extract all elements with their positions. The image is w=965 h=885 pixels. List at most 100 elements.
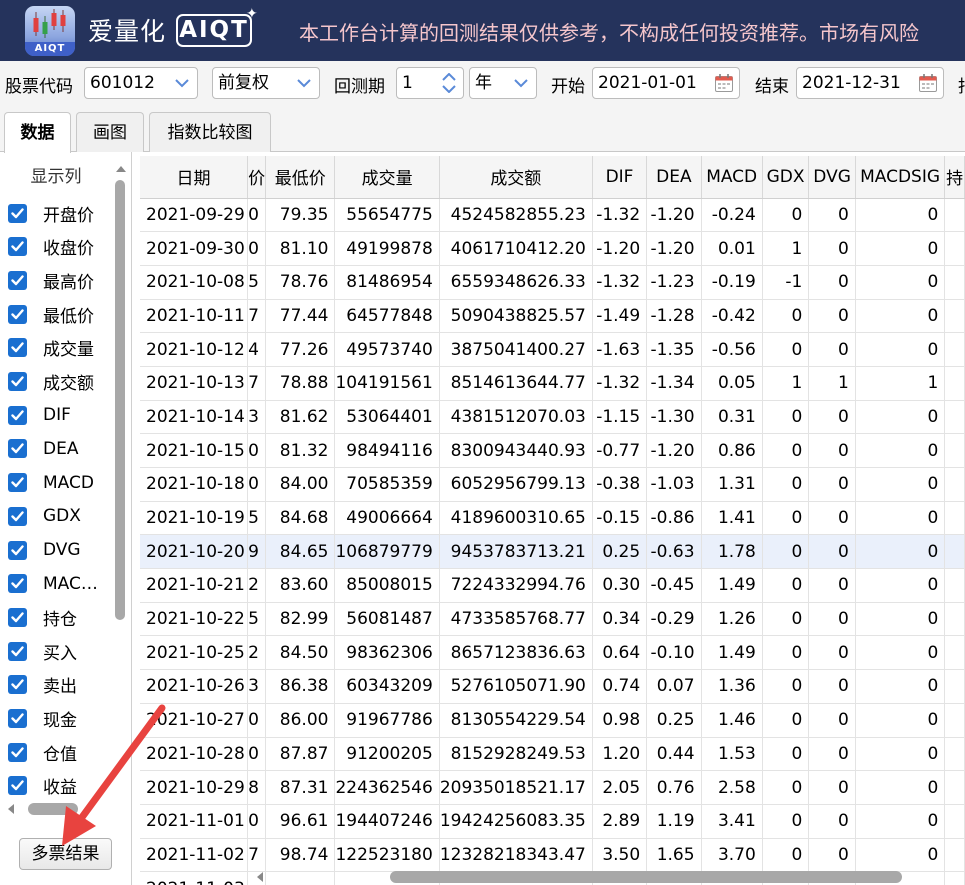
column-toggle-item[interactable]: 成交额 [8, 369, 94, 395]
table-row[interactable]: 2021-09-29 0 79.35 55654775 4524582855.23 -1.… [140, 198, 965, 233]
tab-index-compare[interactable]: 指数比较图 [149, 112, 271, 152]
scroll-thumb[interactable] [115, 180, 125, 620]
column-toggle-item[interactable]: 最高价 [8, 267, 94, 293]
scroll-up-icon[interactable] [115, 164, 127, 174]
column-header[interactable]: MACD [701, 156, 763, 199]
checkbox-checked-icon[interactable] [8, 675, 27, 695]
table-row[interactable]: 2021-10-11 7 77.44 64577848 5090438825.57 -1.… [140, 299, 965, 334]
tab-data[interactable]: 数据 [4, 112, 71, 153]
column-toggle-item[interactable]: 持仓 [8, 604, 77, 630]
calendar-icon[interactable] [913, 68, 943, 98]
table-hscrollbar[interactable] [255, 870, 965, 884]
end-date-label: 结束 [755, 77, 789, 97]
table-row[interactable]: 2021-10-19 5 84.68 49006664 4189600310.65 -0.… [140, 501, 965, 536]
column-header[interactable]: DEA [646, 156, 702, 199]
table-row[interactable]: 2021-10-15 0 81.32 98494116 8300943440.93 -0.… [140, 433, 965, 468]
columns-hscrollbar[interactable] [6, 802, 116, 816]
column-toggle-item[interactable]: DEA [8, 436, 78, 462]
column-toggle-item[interactable]: 买入 [8, 638, 77, 664]
checkbox-checked-icon[interactable] [8, 709, 27, 728]
stock-code-combo[interactable]: 601012 [84, 67, 198, 99]
table-row[interactable]: 2021-10-26 3 86.38 60343209 5276105071.90 0.7… [140, 669, 965, 704]
start-date-input[interactable]: 2021-01-01 [592, 67, 740, 99]
table-row[interactable]: 2021-11-01 0 96.61 194407246 19424256083.35 2… [140, 804, 965, 839]
columns-panel: 显示列 开盘价 收盘价 最高价 最低价 成交量 成交额 DIF DEA MACD GDX DVG MA… [0, 152, 132, 885]
period-spinbox[interactable]: 1 [396, 67, 464, 99]
column-toggle-item[interactable]: GDX [8, 503, 81, 529]
columns-vscrollbar[interactable] [114, 162, 126, 802]
column-header[interactable]: 成交量 [334, 156, 440, 199]
table-row[interactable]: 2021-10-29 8 87.31 224362546 20935018521.17 2… [140, 770, 965, 805]
table-cell: 0 [247, 231, 267, 266]
column-toggle-item[interactable]: MACD [8, 470, 94, 496]
column-toggle-item[interactable]: DIF [8, 402, 71, 428]
chevron-down-icon[interactable] [289, 68, 319, 98]
table-row[interactable]: 2021-10-14 3 81.62 53064401 4381512070.03 -1.… [140, 400, 965, 435]
checkbox-checked-icon[interactable] [8, 270, 27, 290]
adjust-type-select[interactable]: 前复权 [212, 67, 320, 99]
table-row[interactable]: 2021-10-27 0 86.00 91967786 8130554229.54 0.9… [140, 703, 965, 738]
table-row[interactable]: 2021-10-18 0 84.00 70585359 6052956799.13 -0.… [140, 467, 965, 502]
table-cell: 2021-10-13 [140, 366, 249, 401]
table-row[interactable]: 2021-10-08 5 78.76 81486954 6559348626.33 -1.… [140, 265, 965, 300]
column-toggle-item[interactable]: 仓值 [8, 739, 77, 765]
checkbox-checked-icon[interactable] [8, 574, 27, 594]
table-cell: 0 [762, 299, 810, 334]
checkbox-checked-icon[interactable] [8, 473, 27, 493]
multi-stock-results-button[interactable]: 多票结果 [19, 838, 112, 870]
brand-name: 爱量化 [88, 17, 167, 46]
end-date-input[interactable]: 2021-12-31 [796, 67, 944, 99]
scroll-thumb[interactable] [28, 803, 78, 815]
checkbox-checked-icon[interactable] [8, 506, 27, 526]
column-header[interactable]: 最低价 [265, 156, 336, 199]
column-toggle-item[interactable]: 开盘价 [8, 200, 94, 226]
table-row[interactable]: 2021-11-02 7 98.74 122523180 12328218343.47 3… [140, 838, 965, 873]
column-header[interactable]: GDX [762, 156, 810, 199]
column-header[interactable]: DIF [592, 156, 648, 199]
column-header[interactable]: DVG [808, 156, 856, 199]
table-row[interactable]: 2021-10-22 5 82.99 56081487 4733585768.77 0.3… [140, 602, 965, 637]
chevron-down-icon[interactable] [506, 68, 536, 98]
table-row[interactable]: 2021-09-30 0 81.10 49199878 4061710412.20 -1.… [140, 231, 965, 266]
column-header[interactable]: 价 [247, 156, 267, 199]
table-row[interactable]: 2021-10-25 2 84.50 98362306 8657123836.63 0.6… [140, 635, 965, 671]
table-row[interactable]: 2021-10-20 9 84.65 106879779 9453783713.21 0.… [140, 534, 965, 570]
table-row[interactable]: 2021-10-28 0 87.87 91200205 8152928249.53 1.2… [140, 737, 965, 772]
checkbox-checked-icon[interactable] [8, 304, 27, 324]
column-toggle-item[interactable]: 收盘价 [8, 234, 94, 260]
scroll-left-icon[interactable] [6, 803, 16, 815]
column-header[interactable]: 持 [944, 156, 965, 199]
checkbox-checked-icon[interactable] [8, 776, 27, 796]
column-toggle-item[interactable]: 收益 [8, 773, 77, 799]
column-toggle-item[interactable]: 现金 [8, 706, 77, 732]
tab-plot[interactable]: 画图 [76, 112, 144, 152]
checkbox-checked-icon[interactable] [8, 203, 27, 223]
table-row[interactable]: 2021-10-12 4 77.26 49573740 3875041400.27 -1.… [140, 332, 965, 367]
checkbox-checked-icon[interactable] [8, 405, 27, 425]
scroll-thumb[interactable] [390, 871, 902, 883]
column-toggle-item[interactable]: MAC… [8, 571, 98, 597]
chevron-down-icon[interactable] [167, 68, 197, 98]
column-toggle-item[interactable]: 卖出 [8, 672, 77, 698]
column-toggle-item[interactable]: DVG [8, 537, 81, 563]
spin-arrows-icon[interactable] [435, 68, 463, 98]
table-row[interactable]: 2021-10-21 2 83.60 85008015 7224332994.76 0.3… [140, 568, 965, 603]
scroll-left-icon[interactable] [255, 871, 265, 883]
column-toggle-item[interactable]: 最低价 [8, 301, 94, 327]
checkbox-checked-icon[interactable] [8, 607, 27, 627]
checkbox-checked-icon[interactable] [8, 742, 27, 762]
checkbox-checked-icon[interactable] [8, 641, 27, 661]
column-header[interactable]: 成交额 [439, 156, 593, 199]
column-header[interactable]: 日期 [140, 156, 249, 199]
table-row[interactable]: 2021-10-13 7 78.88 104191561 8514613644.77 -1… [140, 366, 965, 401]
checkbox-checked-icon[interactable] [8, 439, 27, 459]
period-unit-select[interactable]: 年 [469, 67, 537, 99]
calendar-icon[interactable] [709, 68, 739, 98]
checkbox-checked-icon[interactable] [8, 237, 27, 257]
column-header[interactable]: MACDSIG [855, 156, 946, 199]
checkbox-checked-icon[interactable] [8, 540, 27, 560]
column-toggle-item[interactable]: 成交量 [8, 335, 94, 361]
table-cell: 19424256083.35 [439, 804, 593, 839]
checkbox-checked-icon[interactable] [8, 338, 27, 358]
checkbox-checked-icon[interactable] [8, 372, 27, 391]
